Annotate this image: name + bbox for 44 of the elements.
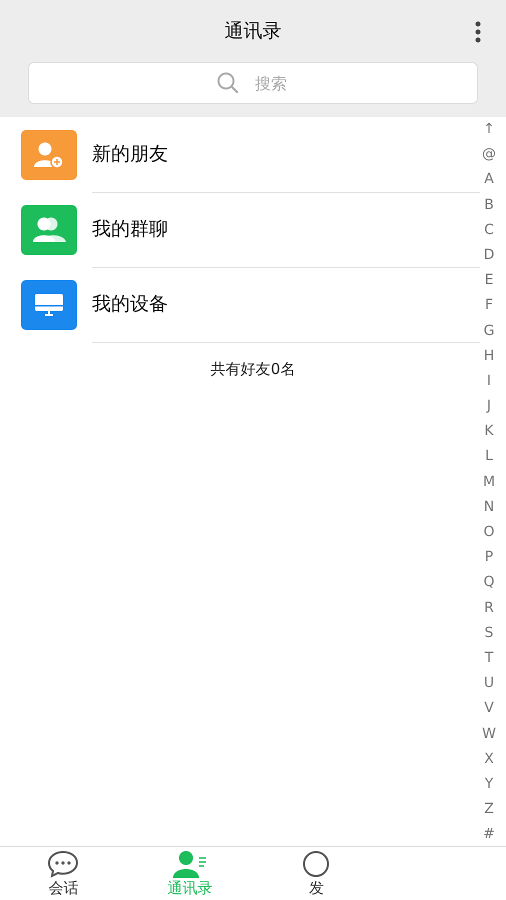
tab[interactable]: 通讯录 xyxy=(126,847,253,900)
index-letter[interactable]: # xyxy=(483,822,495,848)
index-letter[interactable]: J xyxy=(486,394,492,420)
tab[interactable]: 发 xyxy=(253,847,380,900)
index-letter[interactable]: B xyxy=(484,192,494,218)
index-letter[interactable]: S xyxy=(484,620,494,646)
index-letter[interactable]: @ xyxy=(482,142,496,168)
chat-bubble-icon xyxy=(47,850,80,878)
index-letter[interactable]: D xyxy=(484,242,494,268)
monitor-icon xyxy=(34,292,64,316)
index-letter[interactable]: W xyxy=(482,722,496,747)
index-letter[interactable]: I xyxy=(486,368,492,394)
index-letter[interactable]: L xyxy=(485,444,493,470)
index-letter[interactable]: U xyxy=(484,671,494,696)
index-letter[interactable]: O xyxy=(483,520,495,546)
search-field[interactable]: 搜索 xyxy=(28,62,478,104)
friend-count: 共有好友0名 xyxy=(210,360,296,378)
index-letter[interactable]: Q xyxy=(483,570,495,596)
search-icon xyxy=(217,72,239,94)
person-icon xyxy=(172,850,208,878)
index-letter[interactable]: H xyxy=(484,344,494,369)
index-letter[interactable]: V xyxy=(484,696,494,722)
item-label: 我的群聊 xyxy=(92,217,168,242)
index-letter[interactable]: X xyxy=(484,746,494,772)
index-letter[interactable]: P xyxy=(484,545,494,570)
item-label: 我的设备 xyxy=(92,292,168,317)
index-letter[interactable]: A xyxy=(484,167,494,193)
index-letter[interactable]: K xyxy=(484,419,494,444)
screen-title: 通讯录 xyxy=(224,19,282,44)
index-letter[interactable]: F xyxy=(484,293,494,318)
index-letter[interactable]: T xyxy=(484,646,494,672)
people-icon xyxy=(31,216,67,244)
index-letter[interactable]: ↑ xyxy=(483,117,495,142)
tab[interactable]: 会话 xyxy=(0,847,126,900)
index-letter[interactable]: M xyxy=(482,470,496,495)
index-letter[interactable]: Z xyxy=(484,797,494,822)
index-letter[interactable]: E xyxy=(484,268,494,294)
index-letter[interactable]: G xyxy=(484,318,494,344)
index-letter[interactable]: C xyxy=(484,218,494,243)
more-icon[interactable] xyxy=(475,21,481,43)
item-label: 新的朋友 xyxy=(92,142,168,167)
index-letter[interactable]: Y xyxy=(484,772,494,798)
index-letter[interactable]: R xyxy=(484,596,494,621)
index-letter[interactable]: N xyxy=(484,494,494,520)
